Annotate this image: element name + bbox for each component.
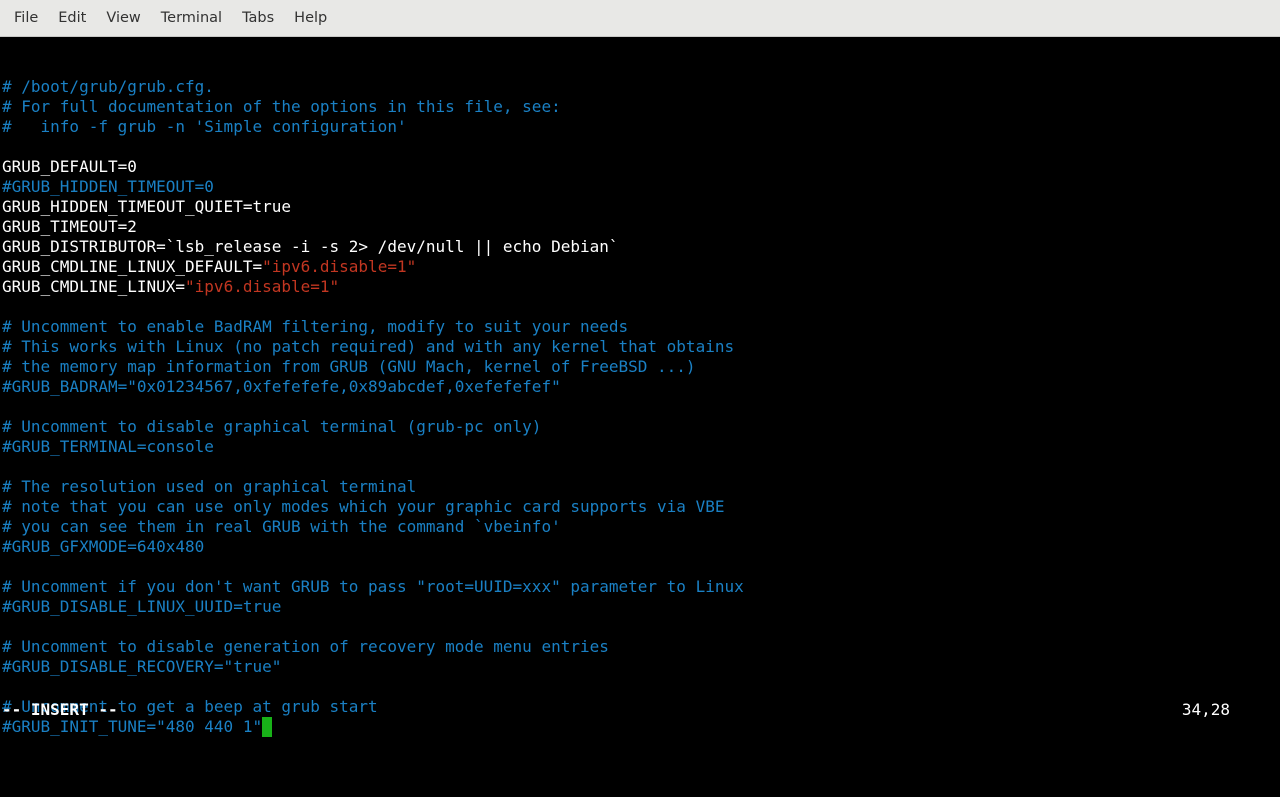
code-span: GRUB_DISTRIBUTOR=`lsb_release -i -s 2> /… — [2, 237, 619, 256]
terminal-line: #GRUB_DISABLE_LINUX_UUID=true — [2, 597, 1278, 617]
terminal-line: #GRUB_BADRAM="0x01234567,0xfefefefe,0x89… — [2, 377, 1278, 397]
code-span: # For full documentation of the options … — [2, 97, 561, 116]
menu-terminal[interactable]: Terminal — [151, 4, 232, 32]
terminal-line: # the memory map information from GRUB (… — [2, 357, 1278, 377]
vim-mode-indicator: -- INSERT -- — [2, 700, 118, 720]
code-span: # Uncomment to disable generation of rec… — [2, 637, 609, 656]
terminal-line: # Uncomment to disable generation of rec… — [2, 637, 1278, 657]
code-span: # the memory map information from GRUB (… — [2, 357, 696, 376]
terminal-line: # Uncomment to get a beep at grub start — [2, 697, 1278, 717]
terminal-line: GRUB_CMDLINE_LINUX="ipv6.disable=1" — [2, 277, 1278, 297]
terminal-viewport[interactable]: # /boot/grub/grub.cfg.# For full documen… — [0, 37, 1280, 720]
terminal-line: # /boot/grub/grub.cfg. — [2, 77, 1278, 97]
terminal-line — [2, 137, 1278, 157]
terminal-line: GRUB_CMDLINE_LINUX_DEFAULT="ipv6.disable… — [2, 257, 1278, 277]
code-span: GRUB_DEFAULT=0 — [2, 157, 137, 176]
terminal-line: #GRUB_GFXMODE=640x480 — [2, 537, 1278, 557]
code-span: GRUB_TIMEOUT=2 — [2, 217, 137, 236]
code-span: #GRUB_DISABLE_LINUX_UUID=true — [2, 597, 281, 616]
code-span: # This works with Linux (no patch requir… — [2, 337, 734, 356]
terminal-line: # info -f grub -n 'Simple configuration' — [2, 117, 1278, 137]
terminal-line: #GRUB_TERMINAL=console — [2, 437, 1278, 457]
code-span: # /boot/grub/grub.cfg. — [2, 77, 214, 96]
terminal-line — [2, 397, 1278, 417]
terminal-line: # Uncomment to disable graphical termina… — [2, 417, 1278, 437]
code-span: GRUB_CMDLINE_LINUX_DEFAULT= — [2, 257, 262, 276]
code-span: #GRUB_GFXMODE=640x480 — [2, 537, 204, 556]
terminal-line: GRUB_DISTRIBUTOR=`lsb_release -i -s 2> /… — [2, 237, 1278, 257]
terminal-line: #GRUB_INIT_TUNE="480 440 1" — [2, 717, 1278, 737]
terminal-line: # The resolution used on graphical termi… — [2, 477, 1278, 497]
code-span: # info -f grub -n 'Simple configuration' — [2, 117, 407, 136]
terminal-line: #GRUB_DISABLE_RECOVERY="true" — [2, 657, 1278, 677]
code-span: # The resolution used on graphical termi… — [2, 477, 416, 496]
terminal-line: # For full documentation of the options … — [2, 97, 1278, 117]
code-span: "ipv6.disable=1" — [185, 277, 339, 296]
menu-tabs[interactable]: Tabs — [232, 4, 284, 32]
code-span: #GRUB_HIDDEN_TIMEOUT=0 — [2, 177, 214, 196]
terminal-line: GRUB_HIDDEN_TIMEOUT_QUIET=true — [2, 197, 1278, 217]
vim-cursor-position: 34,28 — [1182, 700, 1230, 720]
code-span: #GRUB_DISABLE_RECOVERY="true" — [2, 657, 281, 676]
terminal-line: # note that you can use only modes which… — [2, 497, 1278, 517]
terminal-line: GRUB_TIMEOUT=2 — [2, 217, 1278, 237]
code-span: # note that you can use only modes which… — [2, 497, 724, 516]
code-span: # Uncomment to enable BadRAM filtering, … — [2, 317, 628, 336]
menu-help[interactable]: Help — [284, 4, 337, 32]
terminal-line — [2, 557, 1278, 577]
terminal-line — [2, 677, 1278, 697]
terminal-line — [2, 297, 1278, 317]
code-span: # Uncomment if you don't want GRUB to pa… — [2, 577, 744, 596]
code-span: GRUB_CMDLINE_LINUX= — [2, 277, 185, 296]
menu-file[interactable]: File — [4, 4, 48, 32]
terminal-line: # Uncomment to enable BadRAM filtering, … — [2, 317, 1278, 337]
code-span: # Uncomment to disable graphical termina… — [2, 417, 541, 436]
terminal-line: GRUB_DEFAULT=0 — [2, 157, 1278, 177]
menu-view[interactable]: View — [96, 4, 150, 32]
text-cursor — [262, 717, 272, 737]
code-span: #GRUB_BADRAM="0x01234567,0xfefefefe,0x89… — [2, 377, 561, 396]
code-span: #GRUB_TERMINAL=console — [2, 437, 214, 456]
menu-edit[interactable]: Edit — [48, 4, 96, 32]
terminal-line: #GRUB_HIDDEN_TIMEOUT=0 — [2, 177, 1278, 197]
code-span: # you can see them in real GRUB with the… — [2, 517, 561, 536]
code-span: "ipv6.disable=1" — [262, 257, 416, 276]
code-span: GRUB_HIDDEN_TIMEOUT_QUIET=true — [2, 197, 291, 216]
terminal-line: # you can see them in real GRUB with the… — [2, 517, 1278, 537]
terminal-line: # This works with Linux (no patch requir… — [2, 337, 1278, 357]
terminal-line — [2, 617, 1278, 637]
menubar: FileEditViewTerminalTabsHelp — [0, 0, 1280, 37]
terminal-line: # Uncomment if you don't want GRUB to pa… — [2, 577, 1278, 597]
terminal-line — [2, 457, 1278, 477]
